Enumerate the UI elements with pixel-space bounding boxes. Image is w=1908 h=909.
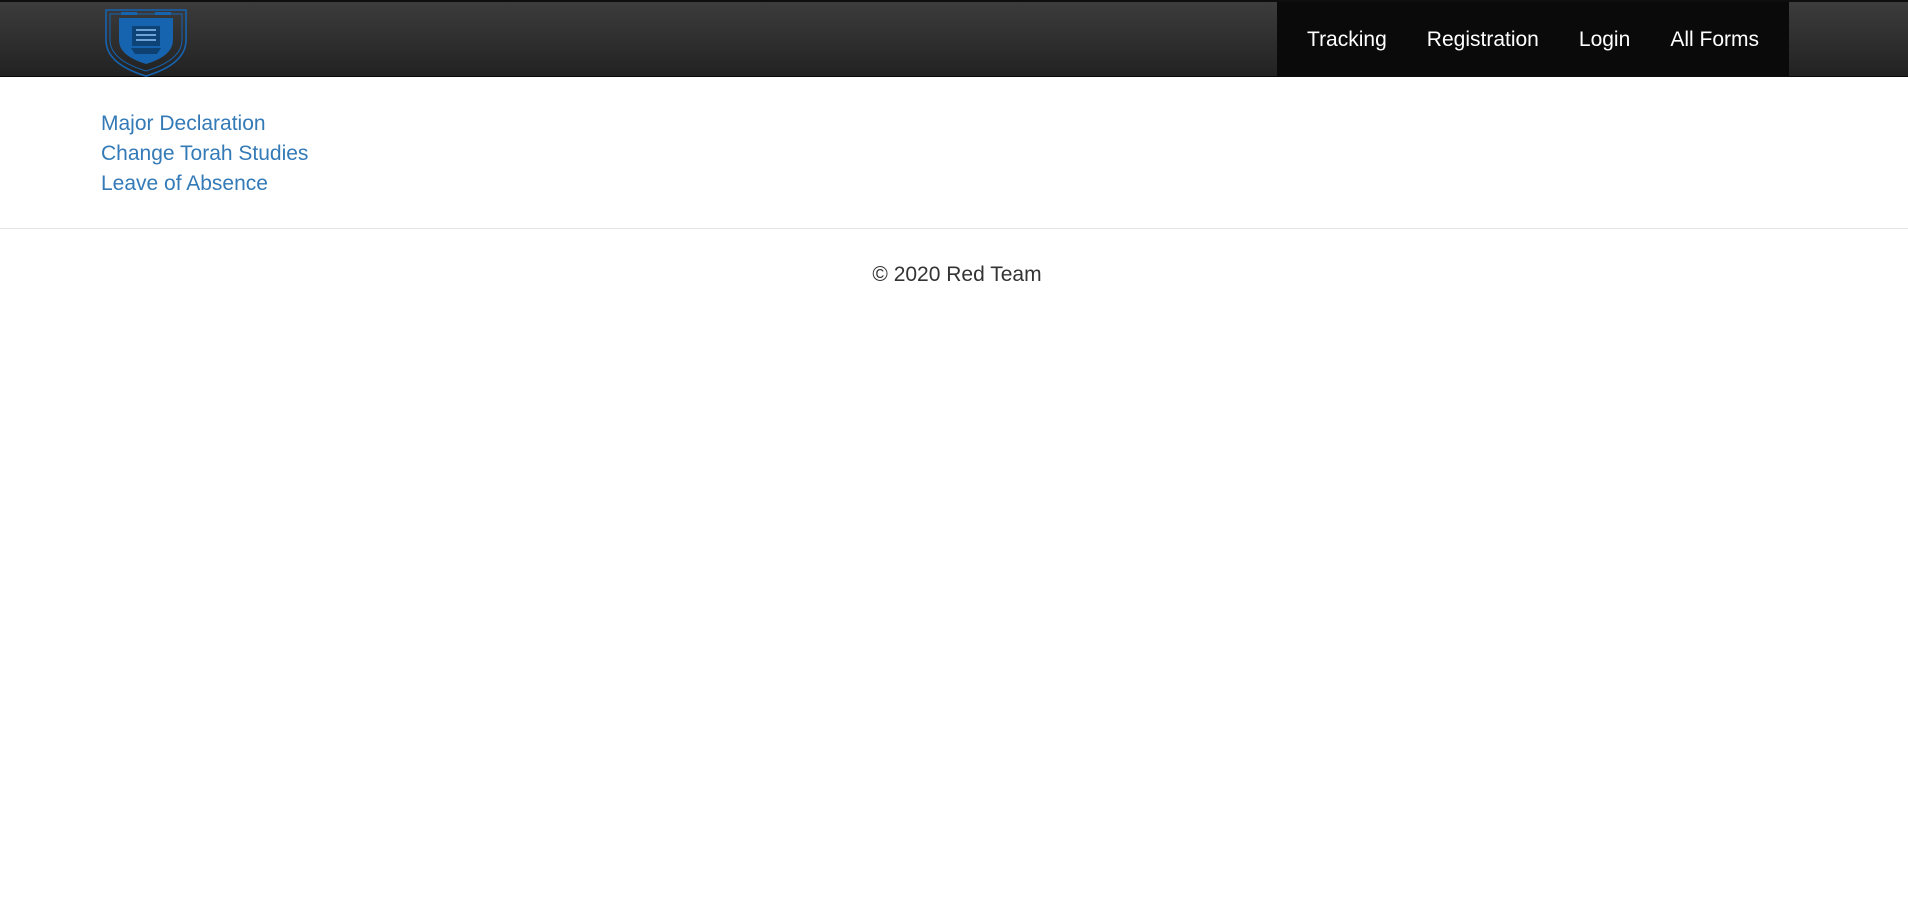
footer: © 2020 Red Team [0, 262, 1908, 288]
nav-login[interactable]: Login [1567, 2, 1642, 77]
major-declaration-link[interactable]: Major Declaration [101, 109, 308, 139]
footer-divider [0, 228, 1908, 229]
main-nav: Tracking Registration Login All Forms [1277, 2, 1789, 77]
nav-all-forms[interactable]: All Forms [1658, 2, 1771, 77]
nav-tracking[interactable]: Tracking [1295, 2, 1399, 77]
nav-registration[interactable]: Registration [1415, 2, 1551, 77]
change-torah-studies-link[interactable]: Change Torah Studies [101, 139, 308, 169]
leave-of-absence-link[interactable]: Leave of Absence [101, 169, 308, 199]
copyright-text: © 2020 Red Team [872, 263, 1042, 286]
home-logo-link[interactable] [101, 4, 191, 78]
forms-list: Major Declaration Change Torah Studies L… [101, 109, 308, 199]
university-shield-logo-icon [105, 9, 187, 77]
top-navbar: Tracking Registration Login All Forms [0, 0, 1908, 77]
